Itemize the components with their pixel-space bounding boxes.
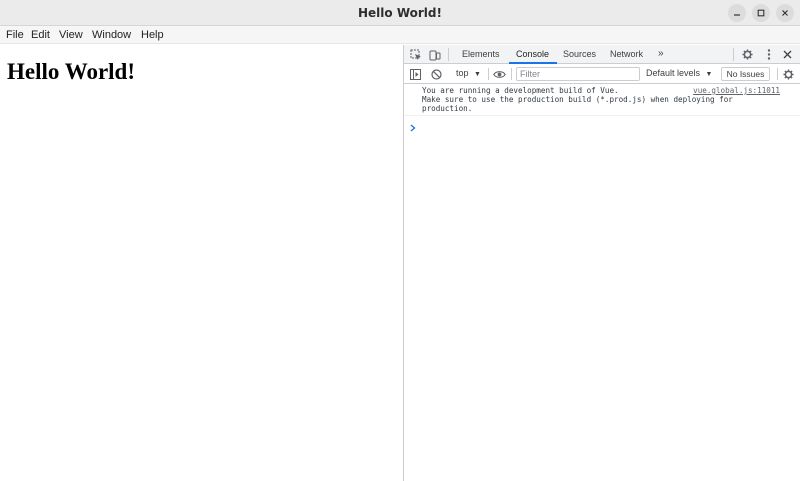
minimize-button[interactable] [728, 4, 746, 22]
page-viewport: Hello World! [0, 45, 403, 481]
close-devtools-button[interactable] [781, 48, 794, 61]
minimize-icon [734, 14, 740, 16]
console-filter-input[interactable] [516, 67, 640, 81]
live-expression-button[interactable] [492, 68, 506, 80]
context-selector[interactable]: top ▼ [456, 68, 481, 78]
maximize-button[interactable] [752, 4, 770, 22]
device-toggle-icon [429, 50, 440, 60]
page-heading: Hello World! [7, 59, 135, 84]
close-icon [782, 10, 788, 16]
toolbar-separator [777, 68, 778, 80]
gear-icon [742, 49, 753, 60]
chevron-right-icon [410, 124, 416, 132]
show-sidebar-button[interactable] [409, 68, 421, 80]
close-icon [783, 50, 792, 59]
console-message-text: You are running a development build of V… [422, 86, 733, 113]
console-output: You are running a development build of V… [404, 85, 800, 481]
context-label: top [456, 68, 469, 78]
tab-elements[interactable]: Elements [462, 45, 500, 64]
menu-window[interactable]: Window [92, 26, 131, 44]
window-title: Hello World! [358, 6, 442, 20]
close-button[interactable] [776, 4, 794, 22]
toolbar-separator [488, 68, 489, 80]
tab-sources[interactable]: Sources [563, 45, 596, 64]
menu-help[interactable]: Help [141, 26, 164, 44]
tab-separator [733, 48, 734, 61]
tab-separator [448, 48, 449, 61]
console-settings-button[interactable] [782, 68, 794, 80]
console-message-source-link[interactable]: vue.global.js:11011 [693, 86, 780, 95]
console-prompt[interactable] [410, 117, 420, 132]
device-toolbar-button[interactable] [428, 48, 441, 61]
devtools-tab-bar: Elements Console Sources Network » [404, 45, 800, 64]
kebab-menu-icon [767, 49, 770, 60]
menubar: File Edit View Window Help [0, 26, 800, 44]
console-message: You are running a development build of V… [404, 85, 800, 116]
devtools-panel: Elements Console Sources Network » top ▼… [403, 45, 800, 481]
chevron-down-icon: ▼ [474, 71, 481, 78]
inspect-element-button[interactable] [409, 48, 422, 61]
tab-network[interactable]: Network [610, 45, 643, 64]
console-toolbar: top ▼ Default levels ▼ No Issues [404, 64, 800, 84]
more-tabs-button[interactable]: » [658, 45, 664, 64]
settings-button[interactable] [741, 48, 754, 61]
issues-button[interactable]: No Issues [721, 67, 770, 81]
clear-console-icon [430, 68, 442, 80]
inspect-cursor-icon [410, 49, 421, 60]
log-levels-dropdown[interactable]: Default levels ▼ [646, 68, 712, 78]
customize-menu-button[interactable] [762, 48, 775, 61]
window-titlebar: Hello World! [0, 0, 800, 26]
chevron-down-icon: ▼ [705, 71, 713, 78]
clear-console-button[interactable] [430, 68, 442, 80]
menu-edit[interactable]: Edit [31, 26, 50, 44]
gear-icon [782, 68, 794, 80]
log-levels-label: Default levels [646, 68, 701, 78]
toolbar-separator [511, 68, 512, 80]
eye-icon [492, 70, 506, 78]
sidebar-toggle-icon [409, 68, 421, 80]
maximize-icon [757, 9, 765, 17]
menu-view[interactable]: View [59, 26, 83, 44]
menu-file[interactable]: File [6, 26, 24, 44]
